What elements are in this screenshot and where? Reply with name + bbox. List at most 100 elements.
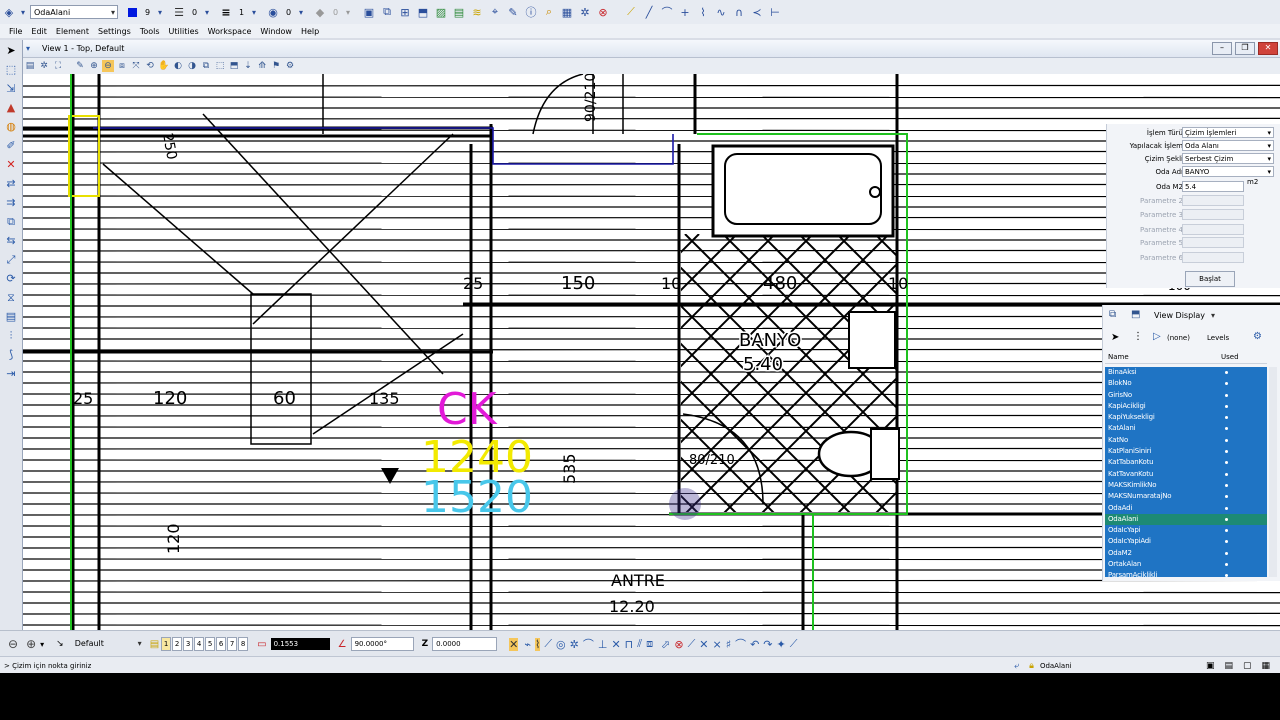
origin-icon[interactable]: ✲ bbox=[570, 638, 579, 651]
zoom-in-icon[interactable]: ⊕ bbox=[88, 60, 100, 72]
status-arrow-icon[interactable]: ⤶ bbox=[1014, 661, 1019, 671]
curve-icon[interactable]: ∿ bbox=[713, 4, 729, 20]
multisnap-icon[interactable]: ⧈ bbox=[646, 637, 653, 651]
search-icon[interactable]: ⌕ bbox=[541, 4, 557, 20]
chevron-down-icon[interactable]: ▾ bbox=[344, 4, 352, 20]
level-row[interactable]: OdaIcYapiAdi bbox=[1105, 536, 1267, 547]
curve-snap-icon[interactable]: ⌒ bbox=[735, 636, 746, 652]
document-icon[interactable]: ▤ bbox=[1224, 661, 1233, 671]
param-4-input[interactable] bbox=[1182, 224, 1244, 235]
presentation-icon[interactable]: ✲ bbox=[38, 60, 50, 72]
level-row[interactable]: ParsamAciklikli bbox=[1105, 570, 1267, 577]
back-icon[interactable]: ⊖ bbox=[8, 637, 18, 651]
drawing-canvas[interactable]: 250 90/210 150 25 10 480 10 120 60 135 2… bbox=[23, 74, 1280, 630]
clip-mask-icon[interactable]: ⬒ bbox=[228, 60, 240, 72]
priority-icon[interactable]: ◆ bbox=[312, 4, 328, 20]
view-5-button[interactable]: 5 bbox=[205, 637, 216, 651]
parallel-icon[interactable]: ⫽ bbox=[637, 637, 642, 651]
modify-icon[interactable]: ✐ bbox=[3, 138, 19, 154]
view-display-dropdown[interactable]: View Display bbox=[1151, 309, 1217, 323]
level-row[interactable]: OdaAdi bbox=[1105, 503, 1267, 514]
view-8-button[interactable]: 8 bbox=[238, 637, 249, 651]
lock-icon[interactable]: 🔒︎ bbox=[1029, 661, 1034, 671]
level-row[interactable]: OdaM2 bbox=[1105, 548, 1267, 559]
maximize-button[interactable]: ❐ bbox=[1235, 42, 1255, 55]
level-row[interactable]: KatTabanKotu bbox=[1105, 457, 1267, 468]
start-button[interactable]: Başlat bbox=[1185, 271, 1235, 287]
menu-help[interactable]: Help bbox=[301, 27, 319, 36]
arc-snap-2-icon[interactable]: ↷ bbox=[763, 638, 772, 651]
rotate-view-icon[interactable]: ⟲ bbox=[144, 60, 156, 72]
level-row[interactable]: OdaIcYapi bbox=[1105, 525, 1267, 536]
menu-window[interactable]: Window bbox=[260, 27, 292, 36]
level-row[interactable]: KatNo bbox=[1105, 435, 1267, 446]
z-field[interactable]: 0.0000 bbox=[432, 637, 498, 651]
level-row[interactable]: OrtakAlan bbox=[1105, 559, 1267, 570]
angle-field[interactable]: 90.0000° bbox=[350, 637, 414, 651]
view-6-button[interactable]: 6 bbox=[216, 637, 227, 651]
levels-scrollbar[interactable] bbox=[1269, 367, 1277, 577]
grid-icon[interactable]: ▦ bbox=[1261, 661, 1270, 671]
menu-file[interactable]: File bbox=[9, 27, 22, 36]
tree-icon[interactable]: ⋮ bbox=[1133, 331, 1143, 342]
camera-icon[interactable]: ⟰ bbox=[256, 60, 268, 72]
settings-icon[interactable]: ✲ bbox=[577, 4, 593, 20]
polyline-icon[interactable]: ⌇ bbox=[695, 4, 711, 20]
settings-icon[interactable]: ⚙ bbox=[1253, 331, 1262, 342]
line-style-icon[interactable]: ☰ bbox=[171, 4, 187, 20]
view-2-button[interactable]: 2 bbox=[172, 637, 183, 651]
globe-icon[interactable]: ◍ bbox=[3, 119, 19, 135]
view-4-button[interactable]: 4 bbox=[194, 637, 205, 651]
levels-dropdown[interactable]: Levels bbox=[1207, 334, 1229, 342]
oda-m2-input[interactable]: 5.4 bbox=[1182, 181, 1244, 192]
view-attributes-icon[interactable]: ▤ bbox=[24, 60, 36, 72]
app-logo-icon[interactable]: ◈ bbox=[1, 4, 17, 20]
snap-mode-icon[interactable]: ✕ bbox=[509, 637, 519, 651]
snap-icon[interactable]: ⌖ bbox=[487, 4, 503, 20]
pointer-icon[interactable]: ↘ bbox=[56, 639, 64, 649]
levels-icon[interactable]: ≋ bbox=[469, 4, 485, 20]
trim-icon[interactable]: ⟆ bbox=[3, 347, 19, 363]
close-icon[interactable]: ⊗ bbox=[595, 4, 611, 20]
copy-icon[interactable]: ⧉ bbox=[1109, 309, 1116, 320]
midpoint-icon[interactable]: ⟋ bbox=[544, 637, 552, 651]
hash-icon[interactable]: ♯ bbox=[726, 638, 731, 651]
copy-view-icon[interactable]: ⧉ bbox=[200, 60, 212, 72]
pointer-icon[interactable]: ➤ bbox=[1111, 332, 1119, 343]
clip-volume-icon[interactable]: ⬚ bbox=[214, 60, 226, 72]
fence-icon[interactable]: ⬚ bbox=[3, 62, 19, 78]
level-row[interactable]: KapiAcikligi bbox=[1105, 401, 1267, 412]
intersection-icon[interactable]: ✕ bbox=[611, 638, 620, 651]
nearest-icon[interactable]: ⌇ bbox=[534, 637, 541, 651]
view-3-button[interactable]: 3 bbox=[183, 637, 194, 651]
delete-icon[interactable]: ✕ bbox=[3, 157, 19, 173]
close-button[interactable]: ✕ bbox=[1258, 42, 1278, 55]
update-view-icon[interactable]: ✎ bbox=[74, 60, 86, 72]
scale-icon[interactable]: ⤢ bbox=[3, 252, 19, 268]
save-icon[interactable]: ▣ bbox=[1206, 661, 1215, 671]
select-arrow-icon[interactable]: ➤ bbox=[3, 43, 19, 59]
wave-icon[interactable]: ∩ bbox=[731, 4, 747, 20]
walk-icon[interactable]: ⇣ bbox=[242, 60, 254, 72]
param-3-input[interactable] bbox=[1182, 209, 1244, 220]
level-row[interactable]: KatTavanKotu bbox=[1105, 469, 1267, 480]
cross-2-icon[interactable]: ⨯ bbox=[713, 638, 722, 651]
perpendicular-icon[interactable]: ⊥ bbox=[598, 638, 608, 651]
chevron-down-icon[interactable]: ▾ bbox=[297, 4, 305, 20]
level-row[interactable]: MAKSNumaratajNo bbox=[1105, 491, 1267, 502]
offset-icon[interactable]: ⫶ bbox=[3, 328, 19, 344]
arc-icon[interactable]: ⌒ bbox=[659, 4, 675, 20]
filter-icon[interactable]: ▷ bbox=[1153, 331, 1161, 342]
angle-icon[interactable]: ∠ bbox=[338, 639, 347, 650]
chevron-down-icon[interactable]: ▾ bbox=[250, 4, 258, 20]
view-1-button[interactable]: 1 bbox=[161, 637, 172, 651]
color-table-dropdown[interactable]: Default bbox=[72, 637, 144, 651]
fly-icon[interactable]: ⚑ bbox=[270, 60, 282, 72]
minimize-button[interactable]: – bbox=[1212, 42, 1232, 55]
menu-settings[interactable]: Settings bbox=[98, 27, 131, 36]
view-next-icon[interactable]: ◑ bbox=[186, 60, 198, 72]
param-2-input[interactable] bbox=[1182, 195, 1244, 206]
clip-icon[interactable]: ⛶ bbox=[52, 60, 64, 72]
grid-icon[interactable]: ▦ bbox=[559, 4, 575, 20]
param-6-input[interactable] bbox=[1182, 252, 1244, 263]
